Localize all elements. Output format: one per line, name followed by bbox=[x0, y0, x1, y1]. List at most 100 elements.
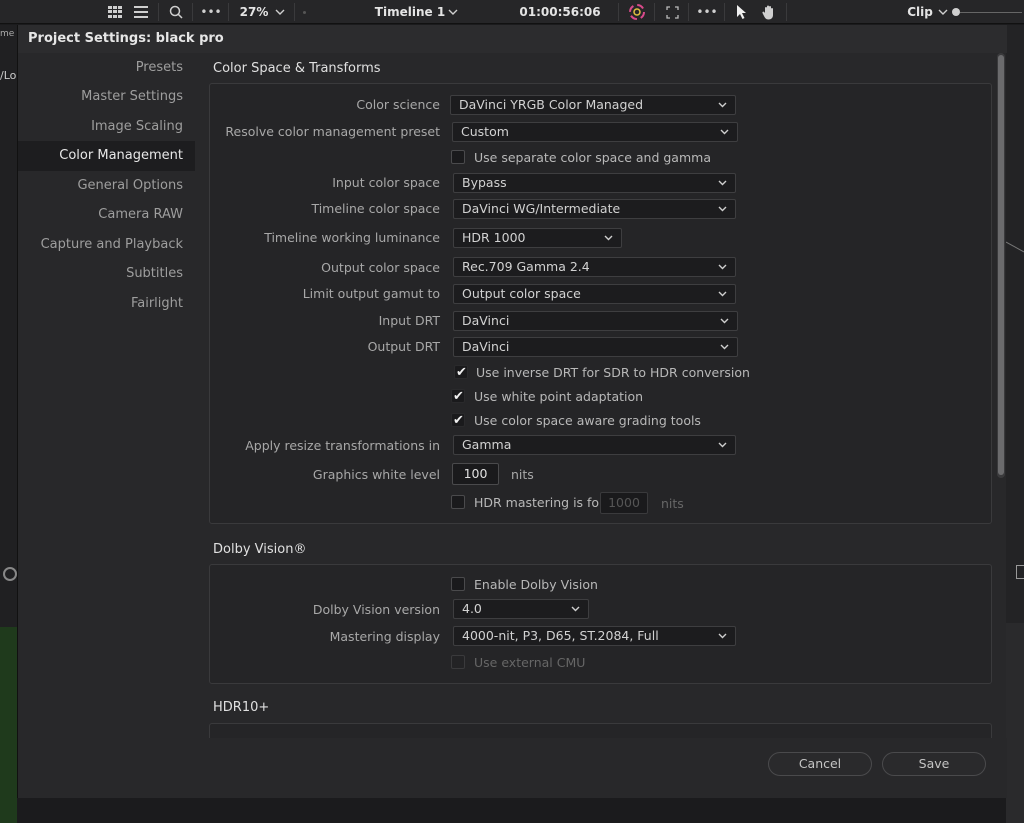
chevron-down-icon[interactable] bbox=[446, 0, 460, 24]
chevron-down-icon bbox=[571, 604, 580, 613]
output-drt-label: Output DRT bbox=[367, 339, 440, 354]
color-science-label: Color science bbox=[356, 97, 440, 112]
background-control-icon bbox=[3, 567, 17, 581]
resize-dropdown[interactable]: Gamma bbox=[453, 435, 736, 455]
background-panel-left: me /Lo bbox=[0, 25, 17, 823]
chevron-down-icon bbox=[718, 100, 727, 109]
aware-tools-label: Use color space aware grading tools bbox=[474, 413, 701, 428]
background-scope bbox=[0, 627, 17, 823]
sidebar-item-master-settings[interactable]: Master Settings bbox=[81, 89, 183, 104]
clip-slider[interactable] bbox=[952, 0, 1024, 24]
white-point-checkbox[interactable]: ✔ bbox=[451, 389, 465, 403]
hdr-mastering-unit: nits bbox=[661, 496, 684, 511]
external-cmu-checkbox[interactable] bbox=[451, 655, 465, 669]
preset-dropdown[interactable]: Custom bbox=[452, 122, 738, 142]
section-title-dolby: Dolby Vision® bbox=[213, 542, 307, 557]
chevron-down-icon[interactable] bbox=[936, 0, 950, 24]
graphics-white-unit: nits bbox=[511, 467, 534, 482]
resize-label: Apply resize transformations in bbox=[245, 438, 440, 453]
output-cs-dropdown[interactable]: Rec.709 Gamma 2.4 bbox=[453, 257, 736, 277]
input-drt-label: Input DRT bbox=[378, 313, 440, 328]
dialog-titlebar: Project Settings: black pro bbox=[18, 25, 1007, 53]
graphics-white-label: Graphics white level bbox=[312, 467, 440, 482]
chevron-down-icon bbox=[718, 262, 727, 271]
chevron-down-icon bbox=[718, 631, 727, 640]
inverse-drt-label: Use inverse DRT for SDR to HDR conversio… bbox=[476, 365, 750, 380]
chevron-down-icon bbox=[720, 127, 729, 136]
hand-tool-icon[interactable] bbox=[758, 0, 780, 24]
background-scope bbox=[1006, 623, 1024, 823]
more-options-icon[interactable]: ••• bbox=[694, 0, 720, 24]
chevron-down-icon bbox=[720, 316, 729, 325]
graphics-white-input[interactable]: 100 bbox=[452, 463, 499, 485]
timeline-cs-dropdown[interactable]: DaVinci WG/Intermediate bbox=[453, 199, 736, 219]
dialog-footer: Cancel Save bbox=[18, 738, 1007, 798]
color-science-dropdown[interactable]: DaVinci YRGB Color Managed bbox=[450, 95, 736, 115]
section-title-color-space: Color Space & Transforms bbox=[213, 61, 381, 76]
inverse-drt-checkbox[interactable]: ✔ bbox=[454, 365, 468, 379]
limit-gamut-label: Limit output gamut to bbox=[302, 286, 440, 301]
sidebar-item-camera-raw[interactable]: Camera RAW bbox=[98, 207, 183, 222]
color-wheel-icon[interactable] bbox=[624, 0, 650, 24]
enable-dolby-checkbox[interactable] bbox=[451, 577, 465, 591]
pointer-tool-icon[interactable] bbox=[732, 0, 752, 24]
input-drt-dropdown[interactable]: DaVinci bbox=[453, 311, 738, 331]
background-text: me bbox=[0, 29, 15, 39]
chevron-down-icon bbox=[604, 233, 613, 242]
chevron-down-icon bbox=[718, 440, 727, 449]
scrollbar-thumb[interactable] bbox=[998, 55, 1004, 475]
external-cmu-label: Use external CMU bbox=[474, 655, 586, 670]
hdr-mastering-input[interactable]: 1000 bbox=[600, 492, 648, 514]
sidebar-item-subtitles[interactable]: Subtitles bbox=[126, 266, 183, 281]
enable-dolby-label: Enable Dolby Vision bbox=[474, 577, 598, 592]
output-cs-label: Output color space bbox=[321, 260, 440, 275]
fullscreen-icon[interactable] bbox=[660, 0, 684, 24]
chevron-down-icon[interactable] bbox=[272, 0, 288, 24]
hdr-mastering-checkbox[interactable] bbox=[451, 495, 465, 509]
separate-gamma-checkbox[interactable] bbox=[451, 150, 465, 164]
timecode: 01:00:56:06 bbox=[519, 5, 601, 19]
input-cs-label: Input color space bbox=[332, 175, 440, 190]
app-toolbar: ••• 27% Timeline 1 01:00:56:06 ••• Clip bbox=[0, 0, 1024, 24]
timeline-cs-label: Timeline color space bbox=[311, 201, 440, 216]
section-title-hdr10: HDR10+ bbox=[213, 700, 270, 715]
dialog-title: Project Settings: black pro bbox=[28, 31, 224, 46]
list-view-icon[interactable] bbox=[130, 0, 152, 24]
output-drt-dropdown[interactable]: DaVinci bbox=[453, 337, 738, 357]
dolby-version-dropdown[interactable]: 4.0 bbox=[453, 599, 589, 619]
dolby-version-label: Dolby Vision version bbox=[312, 602, 440, 617]
input-cs-dropdown[interactable]: Bypass bbox=[453, 173, 736, 193]
chevron-down-icon bbox=[718, 178, 727, 187]
waveform-icon bbox=[1016, 565, 1024, 579]
timeline-name[interactable]: Timeline 1 bbox=[370, 0, 450, 24]
chevron-down-icon bbox=[720, 342, 729, 351]
save-button[interactable]: Save bbox=[882, 752, 986, 776]
working-lum-dropdown[interactable]: HDR 1000 bbox=[453, 228, 622, 248]
dot-icon bbox=[298, 0, 310, 24]
checkmark-icon: ✔ bbox=[453, 389, 464, 404]
working-lum-label: Timeline working luminance bbox=[264, 230, 440, 245]
grid-view-icon[interactable] bbox=[104, 0, 126, 24]
background-text: /Lo bbox=[0, 69, 17, 82]
sidebar-item-fairlight[interactable]: Fairlight bbox=[131, 296, 183, 311]
cancel-button[interactable]: Cancel bbox=[768, 752, 872, 776]
mastering-display-label: Mastering display bbox=[329, 629, 440, 644]
checkmark-icon: ✔ bbox=[456, 365, 467, 380]
search-icon[interactable] bbox=[164, 0, 188, 24]
clip-selector[interactable]: Clip bbox=[902, 0, 938, 24]
zoom-level[interactable]: 27% bbox=[236, 0, 272, 24]
sidebar-item-image-scaling[interactable]: Image Scaling bbox=[91, 119, 183, 134]
background-panel-right bbox=[1006, 25, 1024, 823]
mastering-display-dropdown[interactable]: 4000-nit, P3, D65, ST.2084, Full bbox=[453, 626, 736, 646]
separate-gamma-label: Use separate color space and gamma bbox=[474, 150, 711, 165]
sidebar-item-general-options[interactable]: General Options bbox=[77, 178, 183, 193]
limit-gamut-dropdown[interactable]: Output color space bbox=[453, 284, 736, 304]
sidebar-item-color-management[interactable]: Color Management bbox=[18, 141, 195, 171]
aware-tools-checkbox[interactable]: ✔ bbox=[451, 413, 465, 427]
preset-label: Resolve color management preset bbox=[225, 124, 440, 139]
sidebar-item-presets[interactable]: Presets bbox=[136, 60, 183, 75]
sidebar-item-capture-playback[interactable]: Capture and Playback bbox=[41, 237, 183, 252]
project-settings-dialog: Project Settings: black pro Presets Mast… bbox=[17, 25, 1007, 798]
more-options-icon[interactable]: ••• bbox=[198, 0, 224, 24]
chevron-down-icon bbox=[718, 289, 727, 298]
